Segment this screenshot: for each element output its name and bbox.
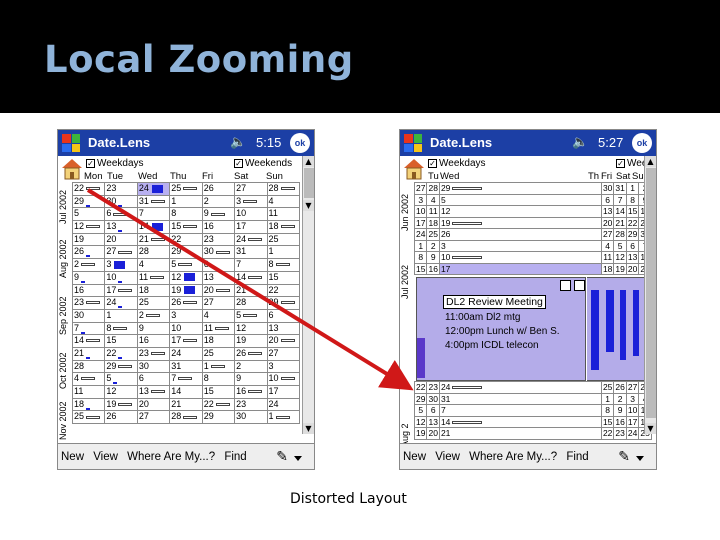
zoom-arrow xyxy=(86,188,414,391)
arrow-line xyxy=(86,188,414,391)
slide-caption: Distorted Layout xyxy=(290,491,407,507)
